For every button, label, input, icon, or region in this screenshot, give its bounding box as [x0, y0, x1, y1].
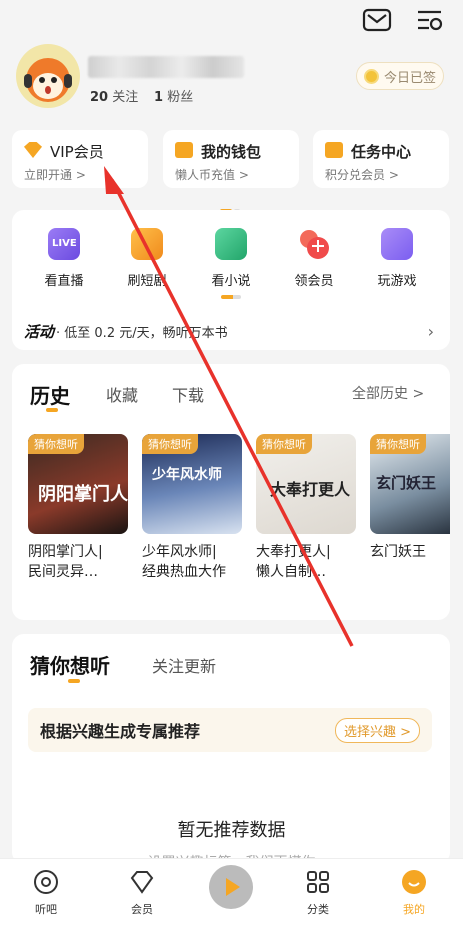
tab-mine[interactable]: 我的 [384, 869, 444, 917]
chevron-right-icon: › [427, 321, 434, 341]
tab-downloads[interactable]: 下载 [172, 382, 204, 406]
choose-interest-button[interactable]: 选择兴趣 > [334, 717, 420, 743]
entry-game[interactable]: 玩游戏 [367, 228, 427, 289]
task-card[interactable]: 任务中心 积分兑会员 > [313, 130, 449, 188]
promo-text: · 低至 0.2 元/天，畅听万本书 [56, 325, 228, 341]
settings-icon[interactable] [415, 8, 445, 34]
coin-icon [363, 68, 379, 84]
empty-text: 暂无推荐数据 [177, 820, 286, 841]
tab-follow-updates[interactable]: 关注更新 [152, 653, 216, 677]
mail-icon[interactable] [362, 8, 392, 34]
book-card[interactable]: 猜你想听 大奉打更人 大奉打更人| 懒人自制… [256, 434, 356, 582]
promo-tag: 活动 [24, 322, 55, 341]
entry-indicator [221, 295, 241, 299]
live-icon: LIVE [48, 228, 80, 260]
listen-icon [34, 870, 58, 894]
vip-icon [130, 871, 154, 894]
tab-listen[interactable]: 听吧 [16, 869, 76, 917]
interest-text: 根据兴趣生成专属推荐 [40, 722, 201, 741]
book-card[interactable]: 猜你想听 玄门妖王 玄门妖王 [370, 434, 450, 562]
entry-live[interactable]: LIVE 看直播 [34, 228, 94, 289]
tab-vip[interactable]: 会员 [112, 869, 172, 917]
short-drama-icon [131, 228, 163, 260]
tab-history[interactable]: 历史 [30, 380, 70, 409]
entry-member-gift[interactable]: 领会员 [284, 228, 344, 289]
play-icon [209, 865, 253, 909]
book-card[interactable]: 猜你想听 少年风水师 少年风水师| 经典热血大作 [142, 434, 242, 582]
promo-banner[interactable]: 活动 · 低至 0.2 元/天，畅听万本书 › [12, 314, 450, 348]
task-icon [325, 142, 343, 158]
avatar[interactable] [16, 44, 80, 108]
username-blurred [88, 56, 244, 78]
diamond-icon [24, 142, 42, 158]
tab-category[interactable]: 分类 [288, 869, 348, 917]
wallet-card[interactable]: 我的钱包 懒人币充值 > [163, 130, 299, 188]
book-cover: 猜你想听 阴阳掌门人 [28, 434, 128, 534]
checkin-button[interactable]: 今日已签 [356, 62, 444, 90]
book-cover: 猜你想听 少年风水师 [142, 434, 242, 534]
tab-player[interactable] [201, 863, 261, 917]
page-indicator [220, 198, 240, 213]
all-history-link[interactable]: 全部历史 > [352, 383, 424, 403]
tab-guess[interactable]: 猜你想听 [30, 650, 110, 679]
book-cover: 猜你想听 玄门妖王 [370, 434, 450, 534]
book-cover: 猜你想听 大奉打更人 [256, 434, 356, 534]
tab-favorites[interactable]: 收藏 [106, 382, 138, 406]
bottom-tabbar: 听吧 会员 分类 我的 [0, 858, 463, 931]
entry-short-drama[interactable]: 刷短剧 [117, 228, 177, 289]
tab-underline [46, 408, 58, 412]
vip-card[interactable]: VIP会员 立即开通 > [12, 130, 148, 188]
book-card[interactable]: 猜你想听 阴阳掌门人 阴阳掌门人| 民间灵异… [28, 434, 128, 582]
tab-underline [68, 679, 80, 683]
gamepad-icon [381, 228, 413, 260]
interest-bar[interactable]: 根据兴趣生成专属推荐 选择兴趣 > [28, 708, 432, 752]
member-gift-icon [298, 228, 330, 260]
category-icon [307, 871, 329, 893]
entry-novel[interactable]: 看小说 [201, 228, 261, 299]
followers-stat[interactable]: 1 粉丝 [154, 86, 193, 105]
wallet-icon [175, 142, 193, 158]
novel-icon [215, 228, 247, 260]
following-stat[interactable]: 20 关注 [90, 86, 138, 105]
mine-icon [402, 870, 426, 894]
